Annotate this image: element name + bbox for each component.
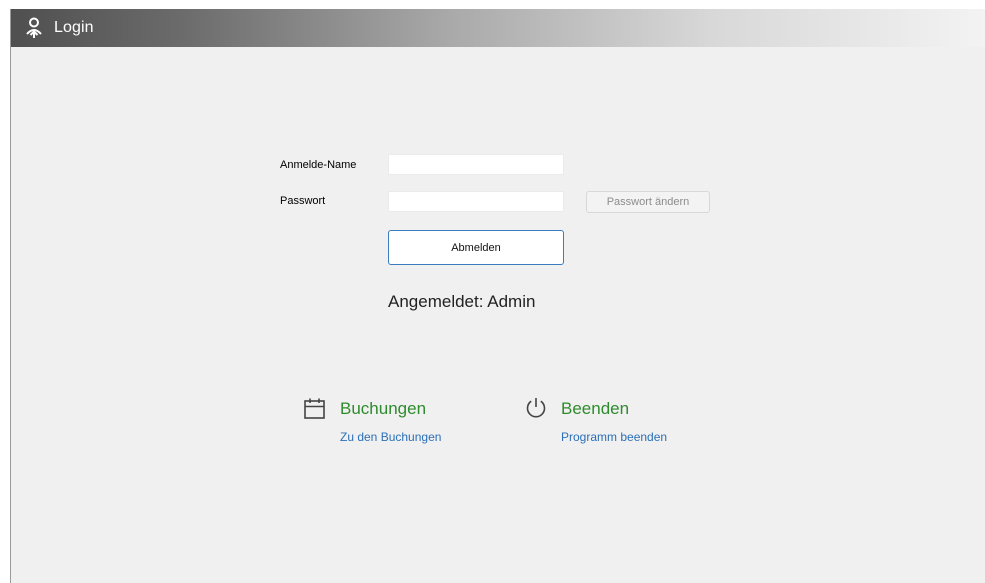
calendar-icon[interactable]	[303, 397, 327, 421]
window-title: Login	[54, 19, 94, 36]
username-label: Anmelde-Name	[280, 159, 357, 171]
username-input[interactable]	[388, 154, 564, 175]
logout-button[interactable]: Abmelden	[388, 230, 564, 265]
power-icon[interactable]	[524, 396, 548, 420]
login-window: Login Anmelde-Name Passwort Passwort änd…	[10, 9, 985, 583]
exit-program-link[interactable]: Programm beenden	[561, 430, 667, 444]
login-status: Angemeldet: Admin	[388, 292, 536, 311]
change-password-button[interactable]: Passwort ändern	[586, 191, 710, 213]
title-bar: Login	[11, 9, 985, 47]
password-input[interactable]	[388, 191, 564, 212]
user-icon	[23, 17, 45, 39]
go-to-bookings-link[interactable]: Zu den Buchungen	[340, 430, 441, 444]
tile-title-exit[interactable]: Beenden	[561, 399, 629, 419]
password-label: Passwort	[280, 195, 326, 207]
tile-title-bookings[interactable]: Buchungen	[340, 399, 426, 419]
